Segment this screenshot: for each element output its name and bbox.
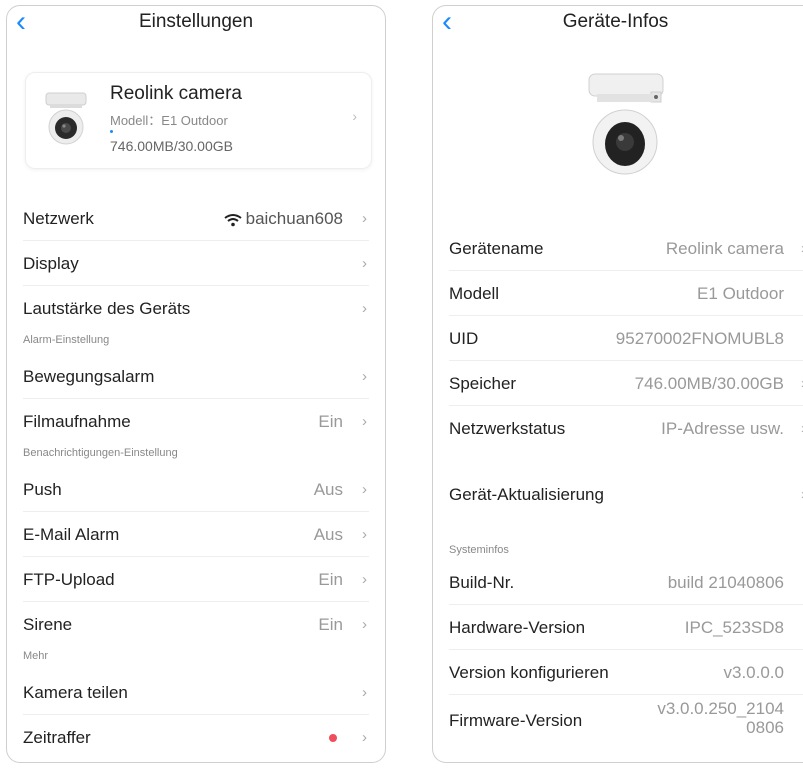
- chevron-right-icon: ›: [362, 481, 367, 498]
- row-ftp-upload[interactable]: FTP-Upload Ein ›: [23, 557, 369, 602]
- row-label: Netzwerkstatus: [449, 419, 566, 438]
- notification-dot: [329, 734, 337, 742]
- camera-icon: [45, 92, 87, 145]
- device-storage: 746.00MB/30.00GB: [110, 138, 233, 154]
- chevron-right-icon: ›: [362, 684, 367, 701]
- row-label: Sirene: [23, 615, 73, 634]
- row-label: Lautstärke des Geräts: [23, 299, 191, 318]
- row-timelapse[interactable]: Zeitraffer ›: [23, 715, 369, 759]
- chevron-right-icon: ›: [352, 108, 357, 124]
- chevron-right-icon: ›: [362, 368, 367, 385]
- row-display[interactable]: Display ›: [23, 241, 369, 286]
- row-value: Aus: [313, 480, 343, 499]
- row-hardware-version: Hardware-Version IPC_523SD8: [449, 605, 803, 650]
- chevron-right-icon: ›: [362, 255, 367, 272]
- row-label: Netzwerk: [23, 209, 94, 228]
- row-label: Version konfigurieren: [449, 663, 609, 682]
- row-value: E1 Outdoor: [697, 284, 784, 303]
- chevron-right-icon: ›: [362, 729, 367, 746]
- header: ‹ Geräte-Infos: [433, 6, 803, 42]
- row-build: Build-Nr. build 21040806: [449, 560, 803, 605]
- row-label: Push: [23, 480, 62, 499]
- camera-image: [588, 73, 664, 175]
- row-volume[interactable]: Lautstärke des Geräts ›: [23, 286, 369, 330]
- device-info-list: Gerätename Reolink camera › Modell E1 Ou…: [433, 226, 803, 745]
- section-system-header: Systeminfos: [449, 544, 509, 556]
- row-value: Ein: [318, 570, 343, 589]
- device-model: Modell：E1 Outdoor: [110, 113, 228, 128]
- row-label: E-Mail Alarm: [23, 525, 120, 544]
- row-label: UID: [449, 329, 479, 348]
- row-config-version: Version konfigurieren v3.0.0.0: [449, 650, 803, 695]
- chevron-right-icon: ›: [362, 571, 367, 588]
- chevron-right-icon: ›: [362, 210, 367, 227]
- row-value: Ein: [318, 412, 343, 431]
- row-value: v3.0.0.250_2104 0806: [657, 699, 784, 737]
- row-value: v3.0.0.0: [723, 663, 785, 682]
- row-label: Speicher: [449, 374, 517, 393]
- row-label: Bewegungsalarm: [23, 367, 155, 386]
- row-value: Reolink camera: [665, 239, 784, 258]
- settings-panel: ‹ Einstellungen Reolink camera Modell：E1…: [6, 5, 386, 763]
- row-label: Build-Nr.: [449, 573, 515, 592]
- row-value: Aus: [313, 525, 343, 544]
- device-info-panel: ‹ Geräte-Infos Gerätename Reolink camera…: [432, 5, 803, 763]
- page-title: Einstellungen: [138, 11, 254, 32]
- row-recording[interactable]: Filmaufnahme Ein ›: [23, 399, 369, 443]
- row-motion-alarm[interactable]: Bewegungsalarm ›: [23, 354, 369, 399]
- device-name: Reolink camera: [110, 83, 242, 104]
- row-firmware-version: Firmware-Version v3.0.0.250_2104 0806: [449, 695, 803, 745]
- chevron-right-icon: ›: [362, 616, 367, 633]
- row-label: Gerätename: [449, 239, 544, 258]
- section-notify-header: Benachrichtigungen-Einstellung: [23, 447, 178, 459]
- row-model: Modell E1 Outdoor: [449, 271, 803, 316]
- chevron-right-icon: ›: [362, 413, 367, 430]
- page-title: Geräte-Infos: [562, 11, 669, 32]
- row-label: Filmaufnahme: [23, 412, 131, 431]
- storage-progress: [110, 130, 113, 133]
- row-label: Hardware-Version: [449, 618, 586, 637]
- row-push[interactable]: Push Aus ›: [23, 467, 369, 512]
- device-card[interactable]: Reolink camera Modell：E1 Outdoor 746.00M…: [25, 72, 372, 169]
- row-value: IPC_523SD8: [684, 618, 784, 637]
- row-firmware-update[interactable]: Gerät-Aktualisierung ›: [449, 472, 803, 516]
- row-device-name[interactable]: Gerätename Reolink camera ›: [449, 226, 803, 271]
- chevron-right-icon: ›: [362, 300, 367, 317]
- row-label: Display: [23, 254, 79, 273]
- row-value: build 21040806: [667, 573, 784, 592]
- row-label: Zeitraffer: [23, 728, 91, 747]
- wifi-icon: [224, 213, 242, 226]
- row-email-alarm[interactable]: E-Mail Alarm Aus ›: [23, 512, 369, 557]
- row-siren[interactable]: Sirene Ein ›: [23, 602, 369, 646]
- row-value: 95270002FNOMUBL8: [615, 329, 784, 348]
- row-value: 746.00MB/30.00GB: [634, 374, 784, 393]
- row-network-status[interactable]: Netzwerkstatus IP-Adresse usw. ›: [449, 406, 803, 450]
- row-label: Firmware-Version: [449, 711, 583, 730]
- row-share-camera[interactable]: Kamera teilen ›: [23, 670, 369, 715]
- row-uid: UID 95270002FNOMUBL8: [449, 316, 803, 361]
- row-value: baichuan608: [224, 209, 343, 229]
- row-storage[interactable]: Speicher 746.00MB/30.00GB ›: [449, 361, 803, 406]
- row-label: Kamera teilen: [23, 683, 128, 702]
- header: ‹ Einstellungen: [7, 6, 385, 42]
- settings-list: Netzwerk baichuan608 › Display › Lautstä…: [7, 196, 385, 759]
- row-netzwerk[interactable]: Netzwerk baichuan608 ›: [23, 196, 369, 241]
- chevron-right-icon: ›: [362, 526, 367, 543]
- section-alarm-header: Alarm-Einstellung: [23, 334, 110, 346]
- row-label: Modell: [449, 284, 500, 303]
- section-more-header: Mehr: [23, 650, 49, 662]
- row-value: IP-Adresse usw.: [661, 419, 784, 438]
- row-label: Gerät-Aktualisierung: [449, 485, 604, 504]
- row-label: FTP-Upload: [23, 570, 115, 589]
- row-value: Ein: [318, 615, 343, 634]
